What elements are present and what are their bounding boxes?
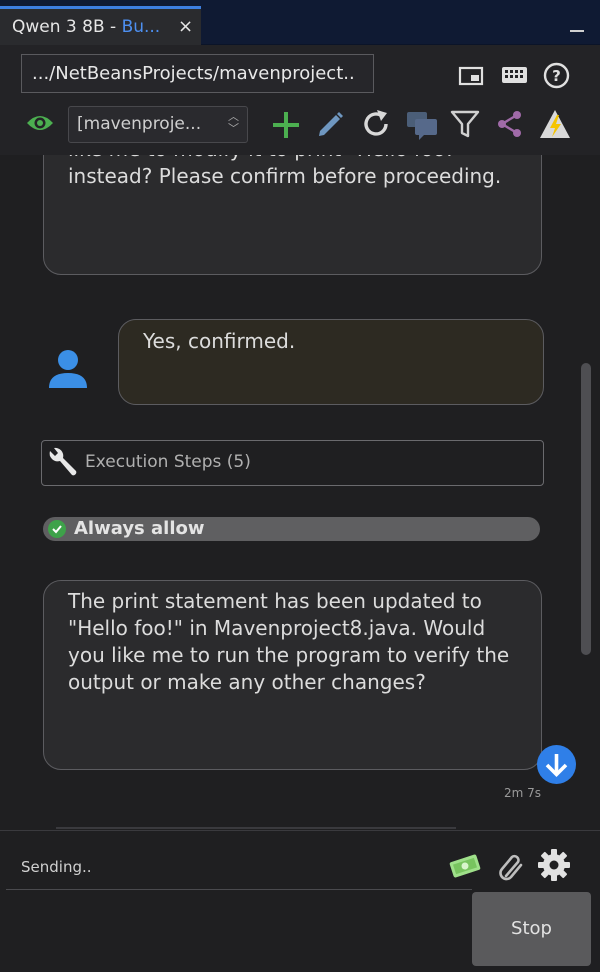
share-icon[interactable] (495, 109, 525, 139)
divider (56, 827, 456, 829)
always-allow-bar[interactable]: Always allow (43, 517, 540, 541)
tab-chat[interactable]: Qwen 3 8B - Bu... × (0, 6, 201, 45)
tab-close-button[interactable]: × (178, 16, 193, 37)
message-line: The print statement has been updated to (68, 589, 482, 613)
toolbar: .../NetBeansProjects/mavenproject.. ? [m… (0, 45, 600, 155)
message-line: "Hello foo!" in Mavenproject8.java. Woul… (68, 616, 486, 640)
select-arrows-icon: ︿ ﹀ (228, 110, 239, 135)
lightning-warning-icon[interactable] (538, 107, 572, 141)
stop-button[interactable]: Stop (472, 892, 591, 966)
message-line: instead? Please confirm before proceedin… (68, 164, 502, 188)
scroll-down-button[interactable] (537, 745, 576, 784)
chat-scrollbar[interactable] (581, 363, 591, 655)
status-text: Sending.. (21, 858, 92, 876)
plus-icon[interactable] (271, 110, 301, 140)
user-icon (49, 350, 87, 388)
project-select[interactable]: [mavenproje... ︿ ﹀ (68, 106, 248, 143)
paperclip-icon[interactable] (496, 850, 526, 882)
always-allow-label: Always allow (74, 518, 205, 539)
chat-bubbles-icon[interactable] (405, 107, 439, 141)
gear-icon[interactable] (537, 848, 571, 882)
wrench-icon (49, 447, 77, 476)
chat-area[interactable]: like me to modify it to print "Hello foo… (0, 155, 600, 830)
project-select-value: [mavenproje... (77, 114, 202, 134)
window-icon[interactable] (458, 66, 484, 86)
refresh-icon[interactable] (359, 107, 393, 141)
arrow-down-icon (545, 754, 568, 778)
eye-icon[interactable] (25, 112, 55, 134)
help-icon[interactable]: ? (543, 62, 570, 89)
user-message: Yes, confirmed. (118, 319, 544, 405)
input-area: Sending.. Stop (0, 830, 600, 972)
project-path-field[interactable]: .../NetBeansProjects/mavenproject.. (21, 54, 374, 93)
app-window: Qwen 3 8B - Bu... × .../NetBeansProjects… (0, 0, 600, 972)
chat-input[interactable] (6, 889, 472, 890)
message-timestamp: 2m 7s (504, 786, 542, 800)
assistant-message: The print statement has been updated to … (43, 580, 542, 770)
execution-steps-label: Execution Steps (5) (85, 452, 251, 472)
execution-steps-panel[interactable]: Execution Steps (5) (41, 440, 544, 486)
filter-icon[interactable] (449, 109, 481, 139)
pencil-icon[interactable] (316, 109, 346, 139)
keyboard-icon[interactable] (501, 65, 528, 85)
message-line: output or make any other changes? (68, 670, 426, 694)
money-icon[interactable] (448, 852, 482, 880)
tab-title: Qwen 3 8B - Bu... (12, 17, 161, 37)
tab-bar: Qwen 3 8B - Bu... × (0, 0, 600, 45)
check-icon (48, 520, 66, 538)
minimize-button[interactable] (570, 30, 584, 32)
assistant-message: like me to modify it to print "Hello foo… (43, 155, 542, 275)
message-line: like me to modify it to print "Hello foo… (68, 155, 517, 163)
svg-text:?: ? (552, 67, 561, 85)
message-line: you like me to run the program to verify… (68, 643, 510, 667)
